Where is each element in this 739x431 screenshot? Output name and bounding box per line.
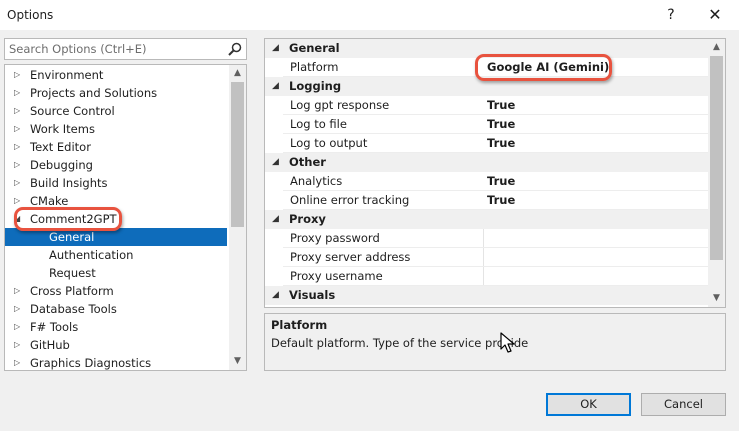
property-value[interactable]: True xyxy=(487,134,515,153)
property-name: Online error tracking xyxy=(290,193,410,207)
chevron-right-icon[interactable]: ▷ xyxy=(14,282,20,300)
property-row[interactable]: Proxy username xyxy=(265,267,708,286)
chevron-right-icon[interactable]: ▷ xyxy=(14,120,20,138)
help-button[interactable]: ? xyxy=(660,4,682,26)
chevron-right-icon[interactable]: ▷ xyxy=(14,354,20,370)
options-tree[interactable]: ▷ Environment ▷ Projects and Solutions ▷… xyxy=(4,64,247,371)
property-name: Log to file xyxy=(290,117,347,131)
tree-item-source-control[interactable]: ▷ Source Control xyxy=(5,102,227,120)
chevron-right-icon[interactable]: ▷ xyxy=(14,192,20,210)
property-value[interactable]: True xyxy=(487,172,515,191)
grid-scrollbar[interactable]: ▲ ▼ xyxy=(708,39,725,307)
tree-item-cmake[interactable]: ▷ CMake xyxy=(5,192,227,210)
collapse-icon[interactable]: ◢ xyxy=(272,39,279,58)
tree-item-database-tools[interactable]: ▷ Database Tools xyxy=(5,300,227,318)
property-row[interactable]: Log to file True xyxy=(265,115,708,134)
scroll-thumb[interactable] xyxy=(710,56,723,260)
mouse-cursor-icon xyxy=(500,332,515,353)
property-name: Platform xyxy=(290,60,339,74)
property-row[interactable]: Platform Google AI (Gemini) xyxy=(265,58,708,77)
window-title: Options xyxy=(7,8,54,22)
category-logging[interactable]: ◢ Logging xyxy=(265,77,708,96)
tree-item-fsharp-tools[interactable]: ▷ F# Tools xyxy=(5,318,227,336)
property-value-platform[interactable]: Google AI (Gemini) xyxy=(487,58,609,77)
scroll-up-icon[interactable]: ▲ xyxy=(229,65,246,82)
scroll-up-icon[interactable]: ▲ xyxy=(708,39,725,56)
cancel-button[interactable]: Cancel xyxy=(641,393,726,416)
chevron-right-icon[interactable]: ▷ xyxy=(14,336,20,354)
property-row[interactable]: Log to output True xyxy=(265,134,708,153)
tree-item-debugging[interactable]: ▷ Debugging xyxy=(5,156,227,174)
search-box[interactable]: Search Options (Ctrl+E) xyxy=(4,38,247,60)
property-value[interactable]: True xyxy=(487,115,515,134)
property-grid[interactable]: ◢ General Platform Google AI (Gemini) ◢ … xyxy=(264,38,726,308)
tree-item-work-items[interactable]: ▷ Work Items xyxy=(5,120,227,138)
collapse-icon[interactable]: ◢ xyxy=(272,153,279,172)
chevron-right-icon[interactable]: ▷ xyxy=(14,156,20,174)
category-visuals[interactable]: ◢ Visuals xyxy=(265,286,708,305)
chevron-right-icon[interactable]: ▷ xyxy=(14,66,20,84)
ok-button[interactable]: OK xyxy=(546,393,631,416)
property-name: Proxy username xyxy=(290,269,383,283)
property-name: Proxy server address xyxy=(290,250,411,264)
scroll-down-icon[interactable]: ▼ xyxy=(708,290,725,307)
property-value[interactable]: True xyxy=(487,96,515,115)
tree-item-cross-platform[interactable]: ▷ Cross Platform xyxy=(5,282,227,300)
category-general[interactable]: ◢ General xyxy=(265,39,708,58)
description-pane: Platform Default platform. Type of the s… xyxy=(264,313,726,371)
tree-item-graphics-diagnostics[interactable]: ▷ Graphics Diagnostics xyxy=(5,354,227,370)
property-name: Proxy password xyxy=(290,231,380,245)
scroll-down-icon[interactable]: ▼ xyxy=(229,353,246,370)
chevron-right-icon[interactable]: ▷ xyxy=(14,138,20,156)
tree-item-build-insights[interactable]: ▷ Build Insights xyxy=(5,174,227,192)
property-name: Analytics xyxy=(290,174,343,188)
search-icon[interactable] xyxy=(227,41,243,57)
property-row[interactable]: Log gpt response True xyxy=(265,96,708,115)
property-name: Log to output xyxy=(290,136,368,150)
property-row[interactable]: Proxy server address xyxy=(265,248,708,267)
tree-item-general[interactable]: General xyxy=(5,228,227,246)
property-row[interactable]: Proxy password xyxy=(265,229,708,248)
tree-item-projects-and-solutions[interactable]: ▷ Projects and Solutions xyxy=(5,84,227,102)
property-row[interactable]: Online error tracking True xyxy=(265,191,708,210)
tree-item-request[interactable]: Request xyxy=(5,264,227,282)
chevron-right-icon[interactable]: ▷ xyxy=(14,174,20,192)
chevron-down-icon[interactable]: ◢ xyxy=(14,210,20,228)
search-input[interactable]: Search Options (Ctrl+E) xyxy=(9,42,147,56)
tree-item-comment2gpt[interactable]: ◢ Comment2GPT xyxy=(5,210,227,228)
tree-item-authentication[interactable]: Authentication xyxy=(5,246,227,264)
chevron-right-icon[interactable]: ▷ xyxy=(14,300,20,318)
description-title: Platform xyxy=(271,318,328,332)
category-other[interactable]: ◢ Other xyxy=(265,153,708,172)
chevron-right-icon[interactable]: ▷ xyxy=(14,102,20,120)
property-row[interactable]: Analytics True xyxy=(265,172,708,191)
collapse-icon[interactable]: ◢ xyxy=(272,77,279,96)
collapse-icon[interactable]: ◢ xyxy=(272,210,279,229)
tree-scrollbar[interactable]: ▲ ▼ xyxy=(229,65,246,370)
chevron-right-icon[interactable]: ▷ xyxy=(14,84,20,102)
scroll-thumb[interactable] xyxy=(231,82,244,227)
property-name: Log gpt response xyxy=(290,98,390,112)
close-button[interactable]: ✕ xyxy=(704,4,726,26)
title-bar: Options ? ✕ xyxy=(0,0,739,30)
collapse-icon[interactable]: ◢ xyxy=(272,286,279,305)
category-proxy[interactable]: ◢ Proxy xyxy=(265,210,708,229)
property-value[interactable]: True xyxy=(487,191,515,210)
chevron-right-icon[interactable]: ▷ xyxy=(14,318,20,336)
tree-item-text-editor[interactable]: ▷ Text Editor xyxy=(5,138,227,156)
tree-item-environment[interactable]: ▷ Environment xyxy=(5,66,227,84)
tree-item-github[interactable]: ▷ GitHub xyxy=(5,336,227,354)
description-text: Default platform. Type of the service pr… xyxy=(271,336,529,350)
